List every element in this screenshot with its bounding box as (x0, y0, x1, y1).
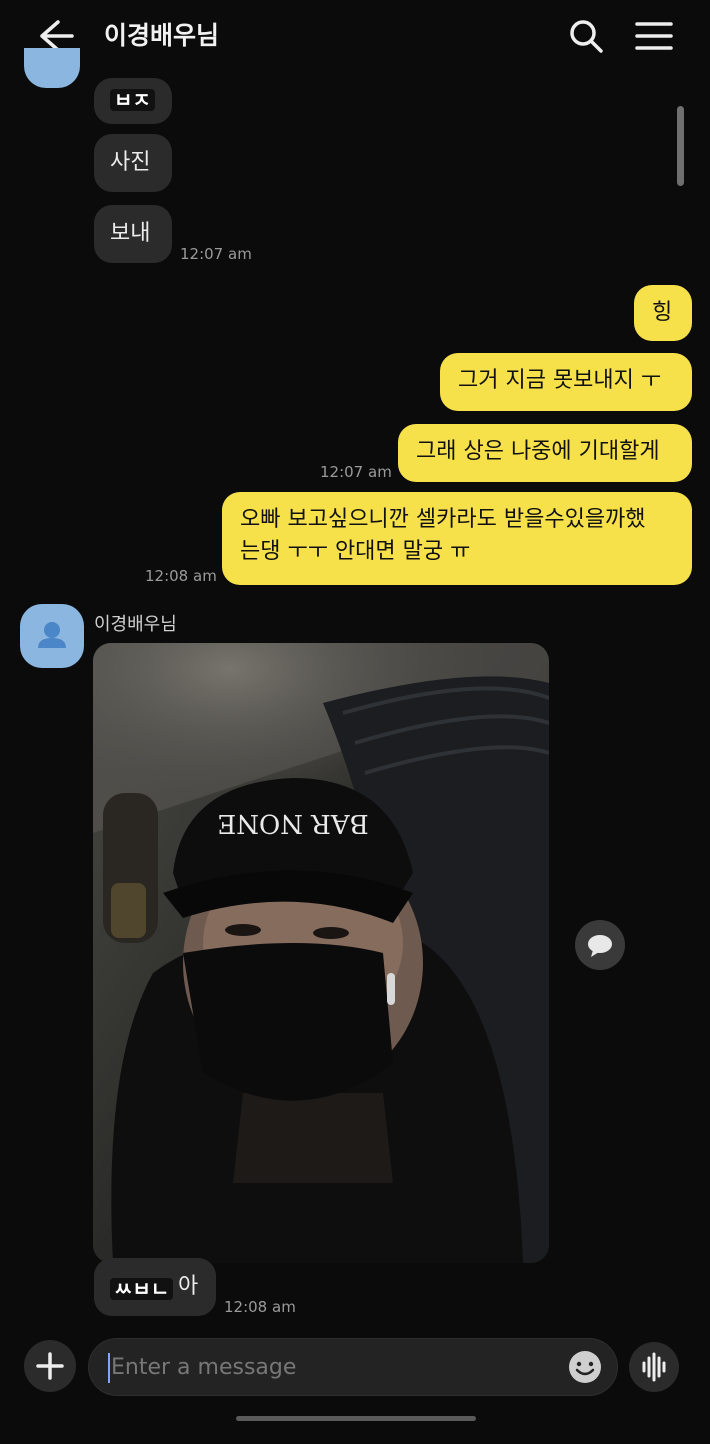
share-button[interactable] (575, 920, 625, 970)
message-text: ㅂㅈ (110, 89, 155, 111)
search-button[interactable] (566, 16, 606, 56)
photo-message[interactable]: BAR NONE (93, 643, 549, 1263)
text-caret (108, 1353, 110, 1383)
plus-icon (36, 1352, 64, 1380)
message-text: 그래 상은 나중에 기대할게 (416, 439, 660, 464)
message-text: 보내 (110, 221, 151, 246)
outgoing-message[interactable]: 오빠 보고싶으니깐 셀카라도 받을수있을까했 는댕 ㅜㅜ 안대면 말궁 ㅠ (222, 492, 692, 585)
message-timestamp: 12:07 am (180, 245, 252, 263)
cap-text: BAR NONE (217, 808, 369, 838)
selfie-photo: BAR NONE (93, 643, 549, 1263)
chat-title: 이경배우님 (104, 21, 220, 50)
message-timestamp: 12:07 am (320, 463, 392, 481)
chat-bubble-icon (588, 935, 612, 957)
incoming-message[interactable]: 사진 (94, 134, 172, 192)
outgoing-message[interactable]: 그래 상은 나중에 기대할게 (398, 424, 692, 482)
message-timestamp: 12:08 am (224, 1298, 296, 1316)
search-icon (570, 20, 603, 53)
message-text: 아 (178, 1274, 199, 1299)
chat-scrollbar[interactable] (677, 106, 684, 186)
person-icon (38, 622, 66, 648)
message-text: 사진 (110, 150, 151, 175)
message-text: 힝 (652, 300, 673, 325)
message-text-line: 는댕 ㅜㅜ 안대면 말궁 ㅠ (240, 539, 471, 564)
sender-avatar[interactable] (20, 604, 84, 668)
voice-message-button[interactable] (629, 1342, 679, 1392)
voice-waveform-icon (642, 1352, 666, 1382)
home-indicator[interactable] (236, 1416, 476, 1421)
message-censor-overlay: ㅆㅂㄴ (110, 1278, 174, 1300)
chat-screen: 이경배우님 ㅂㅈ 사진 보내 12:07 am 힝 그거 지금 못보내지 ㅜ 그… (0, 0, 710, 1444)
add-attachment-button[interactable] (24, 1340, 76, 1392)
message-text-line: 오빠 보고싶으니깐 셀카라도 받을수있을까했 (240, 507, 646, 532)
message-text: 그거 지금 못보내지 ㅜ (458, 368, 662, 393)
outgoing-message[interactable]: 힝 (634, 285, 692, 341)
menu-button[interactable] (634, 18, 674, 54)
chat-header: 이경배우님 (0, 0, 710, 72)
outgoing-message[interactable]: 그거 지금 못보내지 ㅜ (440, 353, 692, 411)
incoming-message[interactable]: 보내 (94, 205, 172, 263)
incoming-message[interactable]: 아 ㅆㅂㄴ (94, 1258, 216, 1316)
avatar (24, 48, 80, 88)
sender-name: 이경배우님 (94, 614, 177, 635)
emoji-button[interactable] (563, 1345, 607, 1389)
message-input[interactable] (88, 1338, 618, 1396)
hamburger-menu-icon (635, 22, 673, 50)
emoji-icon (569, 1351, 601, 1383)
message-timestamp: 12:08 am (145, 567, 217, 585)
incoming-message[interactable]: ㅂㅈ (94, 78, 172, 124)
